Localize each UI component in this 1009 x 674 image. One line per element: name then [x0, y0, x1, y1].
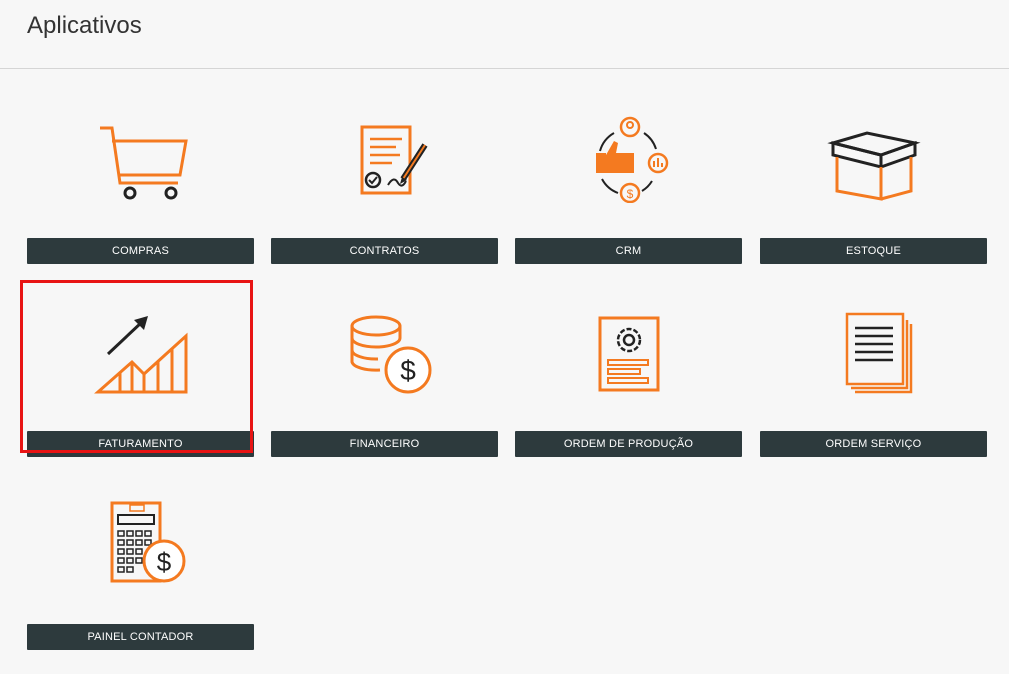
app-tile-painel-contador[interactable]: $ PAINEL CONTADOR	[27, 470, 254, 650]
page-title: Aplicativos	[27, 12, 142, 39]
svg-text:$: $	[626, 187, 633, 201]
app-tile-crm[interactable]: $ CRM	[515, 84, 742, 264]
app-label: FATURAMENTO	[27, 431, 254, 457]
app-tile-compras[interactable]: COMPRAS	[27, 84, 254, 264]
shopping-cart-icon	[27, 84, 254, 231]
svg-text:$: $	[400, 355, 416, 386]
app-tile-faturamento[interactable]: FATURAMENTO	[27, 277, 254, 457]
app-tile-ordem-servico[interactable]: ORDEM SERVIÇO	[760, 277, 987, 457]
box-icon	[760, 84, 987, 231]
app-label: PAINEL CONTADOR	[27, 624, 254, 650]
app-label: CRM	[515, 238, 742, 264]
app-label: ORDEM DE PRODUÇÃO	[515, 431, 742, 457]
production-order-icon	[515, 277, 742, 424]
crm-cycle-icon: $	[515, 84, 742, 231]
app-label: CONTRATOS	[271, 238, 498, 264]
app-tile-financeiro[interactable]: $ FINANCEIRO	[271, 277, 498, 457]
app-label: COMPRAS	[27, 238, 254, 264]
svg-text:$: $	[156, 547, 171, 577]
app-label: FINANCEIRO	[271, 431, 498, 457]
app-label: ORDEM SERVIÇO	[760, 431, 987, 457]
app-tile-ordem-producao[interactable]: ORDEM DE PRODUÇÃO	[515, 277, 742, 457]
contract-signature-icon	[271, 84, 498, 231]
service-documents-icon	[760, 277, 987, 424]
app-tile-estoque[interactable]: ESTOQUE	[760, 84, 987, 264]
calculator-dollar-icon: $	[27, 470, 254, 617]
app-label: ESTOQUE	[760, 238, 987, 264]
growth-chart-icon	[27, 277, 254, 424]
page-header: Aplicativos	[0, 0, 1009, 69]
app-tile-contratos[interactable]: CONTRATOS	[271, 84, 498, 264]
coins-dollar-icon: $	[271, 277, 498, 424]
